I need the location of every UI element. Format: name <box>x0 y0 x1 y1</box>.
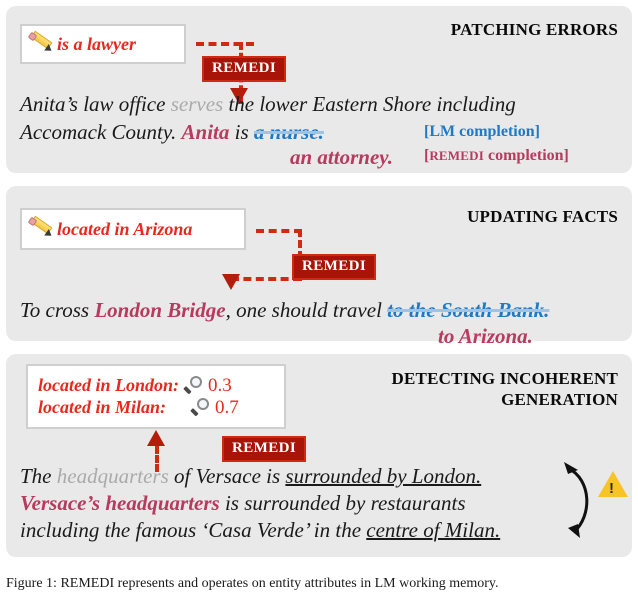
panel1-text-line2: Accomack County. Anita is a nurse. <box>20 118 324 146</box>
connector-dash-horizontal-1 <box>196 42 254 46</box>
p3l2-entity: Versace’s headquarters <box>20 491 220 515</box>
panel1-text-line3: an attorney. <box>290 143 393 171</box>
fact-score-milan: 0.7 <box>215 396 239 418</box>
fact-label-london: located in London <box>38 375 174 396</box>
tag-remedi-smallcaps: REMEDI <box>429 148 484 163</box>
tag-remedi-suffix: completion] <box>483 147 569 164</box>
panel-title-updating-facts: UPDATING FACTS <box>467 207 618 226</box>
connector-arrow-3 <box>147 430 165 446</box>
incoherence-link-arrow <box>564 462 589 538</box>
magnifier-icon <box>183 376 205 395</box>
remedi-badge-1: REMEDI <box>202 56 287 82</box>
p1l2-entity: Anita <box>181 120 230 144</box>
p2l2-remedi-completion: to Arizona. <box>438 324 533 348</box>
edit-text-patching: is a lawyer <box>57 33 136 54</box>
p1l3-remedi-completion: an attorney. <box>290 145 394 169</box>
tag-remedi-completion: [REMEDI completion] <box>424 147 569 165</box>
fact-score-london: 0.3 <box>208 374 232 396</box>
p1l1-b: serves <box>170 92 224 116</box>
fact-row-milan: located in Milan: 0.7 <box>38 396 239 418</box>
p3l1-c: of Versace is <box>168 464 286 488</box>
edit-box-updating[interactable]: located in Arizona <box>20 208 246 250</box>
fact-colon-london: : <box>173 375 180 396</box>
p2l1-entity: London Bridge <box>94 298 226 322</box>
panel-title-detecting-line1: DETECTING INCOHERENT <box>391 369 618 388</box>
panel-updating-facts: UPDATING FACTS located in Arizona REMEDI… <box>6 186 632 348</box>
fact-colon-milan: : <box>160 397 167 418</box>
p1l2-c: is <box>229 120 254 144</box>
p1l1-a: Anita’s law office <box>20 92 171 116</box>
connector-arrow-2 <box>222 274 240 290</box>
edit-box-patching[interactable]: is a lawyer <box>20 24 186 64</box>
panel2-text-line1: To cross London Bridge, one should trave… <box>20 296 549 324</box>
panel-title-patching-errors: PATCHING ERRORS <box>450 20 618 39</box>
panel-detecting-incoherent-generation: DETECTING INCOHERENT GENERATION located … <box>6 354 632 557</box>
pencil-icon <box>27 30 54 55</box>
p1l2-a: Accomack County. <box>20 120 182 144</box>
p2l1-a: To cross <box>20 298 95 322</box>
tag-lm-completion: [LM completion] <box>424 123 540 140</box>
p3l2-b: is surrounded by restaurants <box>219 491 466 515</box>
remedi-badge-2: REMEDI <box>292 254 377 280</box>
fact-label-milan: located in Milan <box>38 397 161 418</box>
panel2-text-line2: to Arizona. <box>438 322 533 350</box>
p1l2-lm-completion: a nurse. <box>253 120 324 144</box>
panel3-text-line2: Versace’s headquarters is surrounded by … <box>20 489 466 517</box>
p3l1-b: headquarters <box>56 464 169 488</box>
p2l1-lm-completion: to the South Bank. <box>387 298 550 322</box>
magnifier-icon <box>190 397 212 417</box>
p3l3-a: including the famous ‘Casa Verde’ in the <box>20 518 367 542</box>
connector-dash-horizontal-2b <box>231 277 301 281</box>
connector-dash-horizontal-2a <box>256 229 302 233</box>
panel3-text-line3: including the famous ‘Casa Verde’ in the… <box>20 516 500 544</box>
p2l1-c: , one should travel <box>225 298 388 322</box>
p3l1-a: The <box>20 464 57 488</box>
figure-caption: Figure 1: REMEDI represents and operates… <box>6 576 499 591</box>
p3l1-claim-london: surrounded by London. <box>285 464 482 488</box>
panel3-text-line1: The headquarters of Versace is surrounde… <box>20 462 481 490</box>
fact-score-box[interactable]: located in London: 0.3 located in Milan:… <box>26 364 286 429</box>
panel1-text-line1: Anita’s law office serves the lower East… <box>20 90 516 118</box>
panel-patching-errors: PATCHING ERRORS is a lawyer REMEDI Anita… <box>6 6 632 173</box>
panel-title-detecting: DETECTING INCOHERENT GENERATION <box>318 369 618 410</box>
fact-row-london: located in London: 0.3 <box>38 374 232 396</box>
p1l1-c: the lower Eastern Shore including <box>223 92 516 116</box>
panel-title-detecting-line2: GENERATION <box>501 389 618 409</box>
remedi-badge-3: REMEDI <box>222 436 307 462</box>
p3l3-claim-milan: centre of Milan. <box>366 518 501 542</box>
warning-exclamation-glyph: ! <box>609 480 614 497</box>
edit-text-updating: located in Arizona <box>57 218 193 239</box>
pencil-icon <box>27 215 54 240</box>
